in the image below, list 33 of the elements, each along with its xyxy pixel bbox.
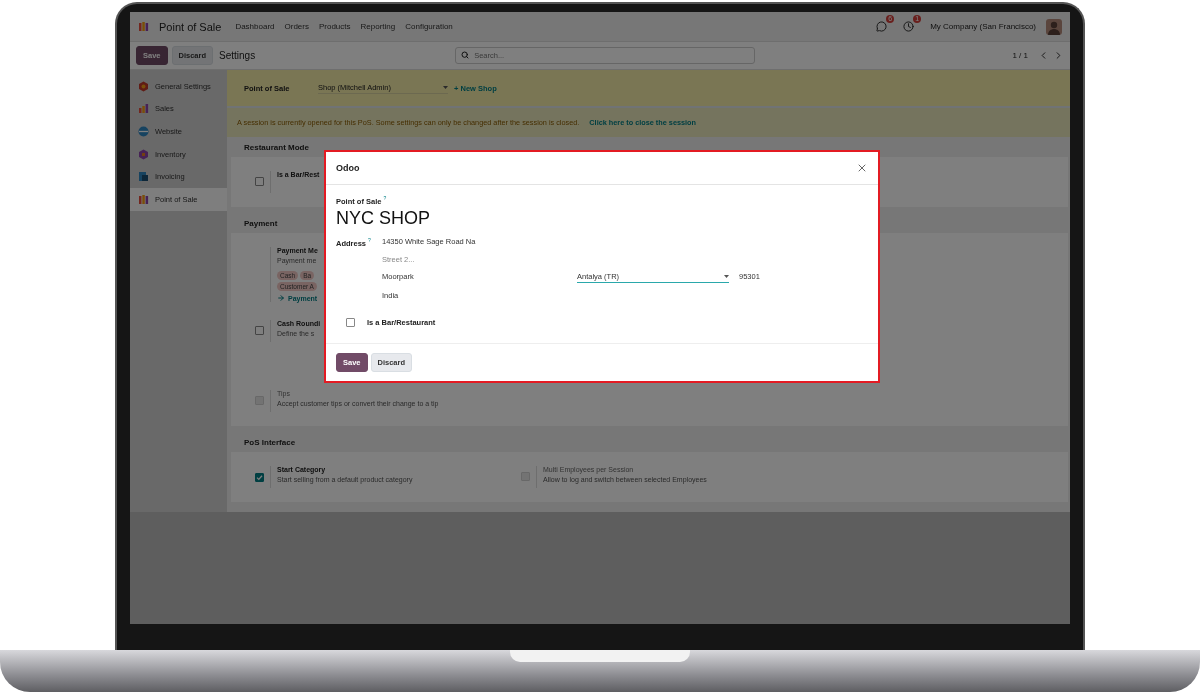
app-icon: [138, 126, 149, 137]
checkbox[interactable]: [255, 177, 264, 186]
app-logo[interactable]: [138, 21, 149, 32]
pager-value: 1 / 1: [1012, 51, 1028, 60]
menu-item[interactable]: Reporting: [360, 22, 396, 31]
shop-name-field[interactable]: NYC SHOP: [336, 207, 868, 229]
menu-item[interactable]: Configuration: [405, 22, 453, 31]
app-icon: [138, 148, 149, 160]
chat-icon[interactable]: [876, 21, 888, 32]
section-title: PoS Interface: [244, 437, 296, 447]
app-icon: [138, 80, 149, 92]
menu-item[interactable]: Orders: [284, 22, 309, 31]
dialog-title: Odoo: [336, 163, 360, 173]
app-icon: [138, 171, 149, 183]
menu-item[interactable]: Products: [318, 22, 351, 31]
caret-icon: [724, 275, 729, 278]
clock-icon[interactable]: [903, 21, 915, 32]
app-icon: [138, 103, 149, 115]
page-title: Settings: [219, 50, 256, 61]
section-title: Payment: [244, 218, 278, 228]
arrow-icon: [277, 294, 285, 302]
checkbox[interactable]: [346, 318, 355, 327]
checkbox[interactable]: [255, 473, 264, 482]
caret-icon: [443, 85, 448, 89]
checkbox[interactable]: [255, 326, 264, 335]
company-name[interactable]: My Company (San Francisco): [930, 22, 1036, 31]
app-icon: [138, 193, 149, 205]
section-title: Restaurant Mode: [244, 142, 309, 152]
search-icon: [461, 51, 470, 59]
app-title[interactable]: Point of Sale: [159, 20, 222, 33]
close-button[interactable]: [856, 162, 868, 174]
user-avatar[interactable]: [1046, 18, 1062, 35]
menu-item[interactable]: Dashboard: [235, 22, 275, 31]
